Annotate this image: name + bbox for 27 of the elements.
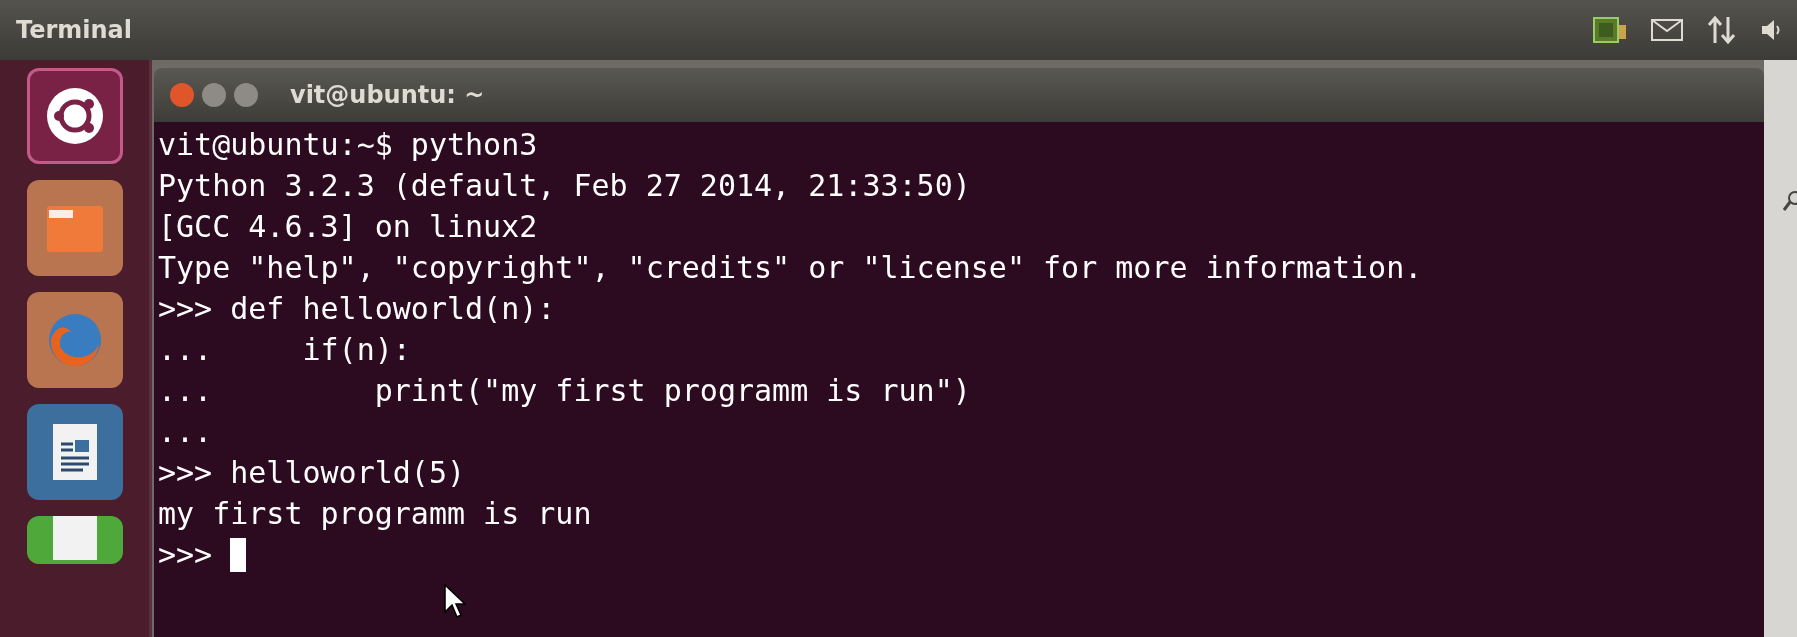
terminal-line: vit@ubuntu:~$ python3 [158, 126, 538, 164]
network-icon[interactable] [1593, 15, 1627, 45]
close-button[interactable] [170, 83, 194, 107]
terminal-line: ... if(n): [158, 331, 411, 369]
launcher-button[interactable] [26, 516, 123, 564]
minimize-button[interactable] [202, 83, 226, 107]
app-title: Terminal [16, 15, 133, 46]
terminal-line: Type "help", "copyright", "credits" or "license" for more information. [158, 249, 1423, 287]
terminal-line: Python 3.2.3 (default, Feb 27 2014, 21:33:50) [158, 167, 971, 205]
speaker-icon[interactable] [1761, 18, 1781, 42]
terminal-line: >>> [158, 536, 214, 574]
terminal-line: my first programm is run [158, 495, 592, 533]
launcher-button[interactable] [26, 180, 123, 276]
mouse-pointer-icon [444, 584, 466, 618]
launcher-button[interactable] [26, 68, 123, 164]
terminal-line: ... print("my first programm is run") [158, 372, 971, 410]
terminal-line: [GCC 4.6.3] on linux2 [158, 208, 538, 246]
launcher-button[interactable] [26, 404, 123, 500]
terminal-line: >>> helloworld(5) [158, 454, 466, 492]
maximize-button[interactable] [234, 83, 258, 107]
terminal-line: ... [158, 413, 213, 451]
mail-icon[interactable] [1651, 19, 1683, 41]
window-title: vit@ubuntu: ~ [290, 80, 485, 111]
search-icon [1783, 190, 1797, 212]
text-cursor [230, 538, 247, 572]
transfer-arrows-icon[interactable] [1707, 16, 1737, 44]
terminal-line: >>> def helloworld(n): [158, 290, 556, 328]
